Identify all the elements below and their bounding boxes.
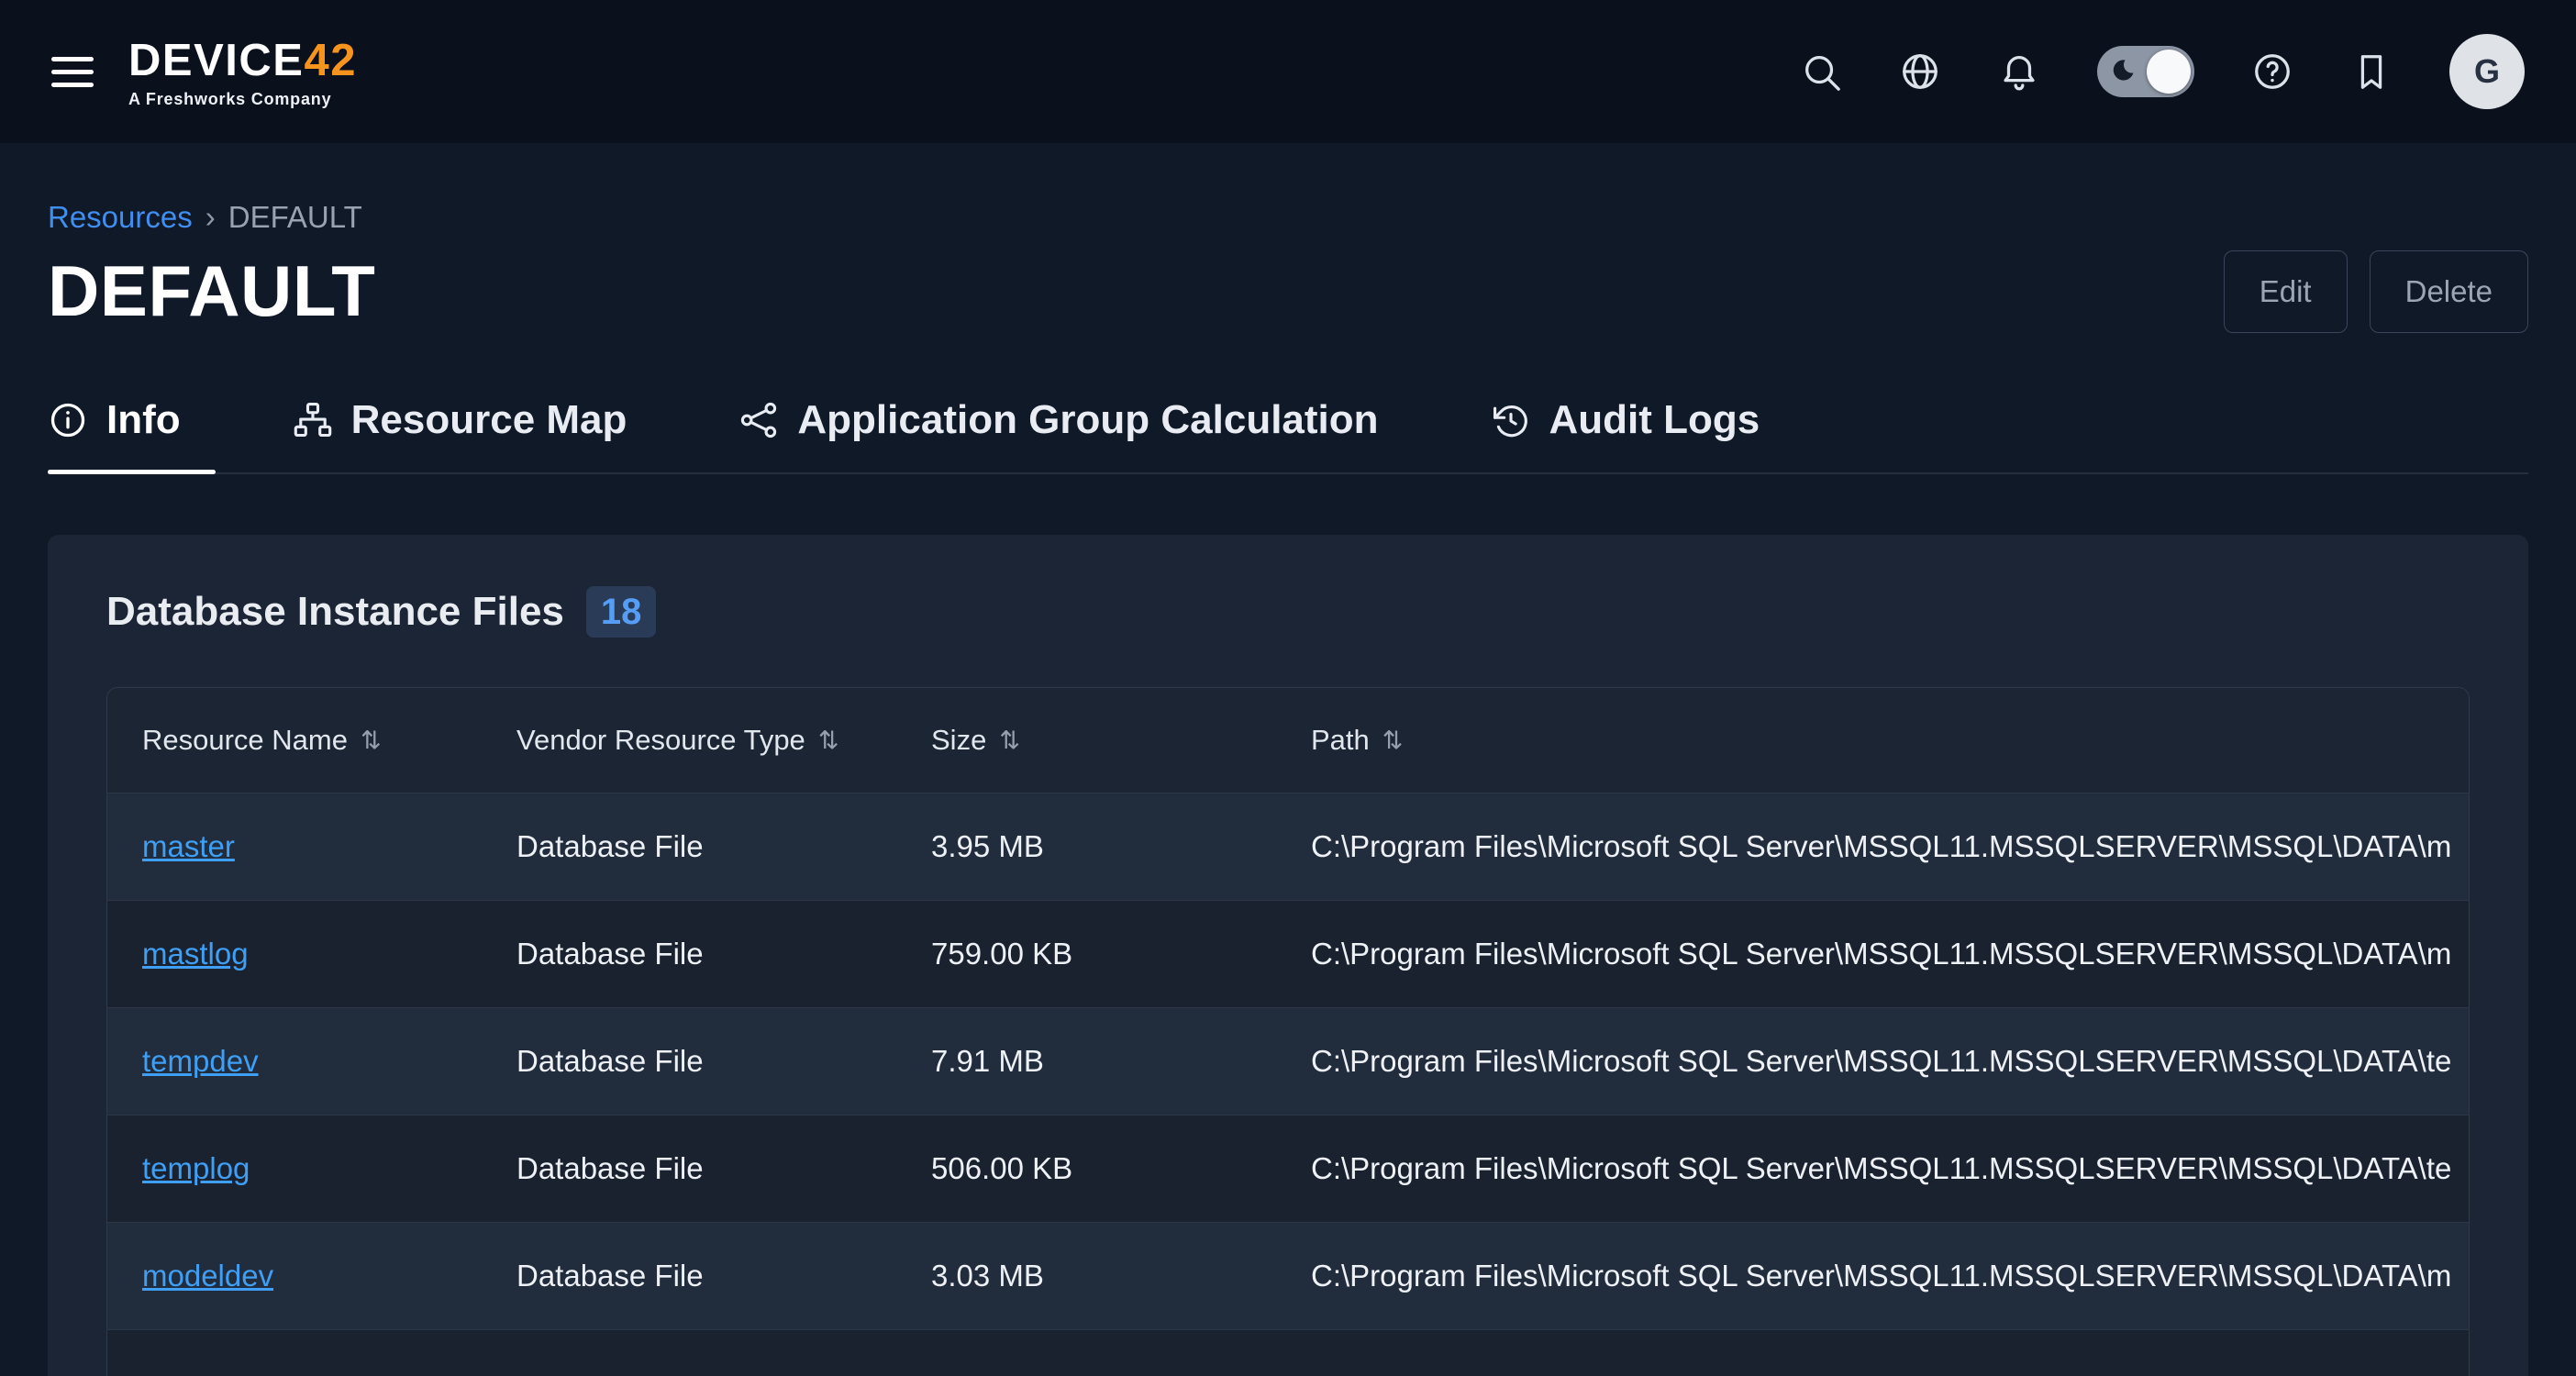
vendor-type-cell: Database File xyxy=(482,1044,896,1079)
card-title: Database Instance Files xyxy=(106,589,564,635)
column-header-path[interactable]: Path ⇅ xyxy=(1276,724,2469,757)
search-icon[interactable] xyxy=(1800,50,1842,93)
column-header-vendor-resource-type[interactable]: Vendor Resource Type ⇅ xyxy=(482,724,896,757)
size-cell: 7.91 MB xyxy=(896,1044,1276,1079)
column-header-resource-name[interactable]: Resource Name ⇅ xyxy=(107,724,482,757)
info-icon xyxy=(48,400,88,440)
database-instance-files-card: Database Instance Files 18 Resource Name… xyxy=(48,535,2528,1376)
notifications-bell-icon[interactable] xyxy=(1998,50,2040,93)
tab-resource-map[interactable]: Resource Map xyxy=(293,397,662,472)
tab-label: Info xyxy=(106,397,181,443)
main-content: Resources › DEFAULT DEFAULT Edit Delete … xyxy=(0,200,2576,1376)
logo-subtitle: A Freshworks Company xyxy=(128,90,357,109)
tab-audit-logs[interactable]: Audit Logs xyxy=(1491,397,1795,472)
sort-icon: ⇅ xyxy=(361,727,382,755)
column-label: Resource Name xyxy=(142,724,348,757)
column-header-size[interactable]: Size ⇅ xyxy=(896,724,1276,757)
sitemap-icon xyxy=(293,400,333,440)
moon-icon xyxy=(2106,56,2137,87)
globe-icon[interactable] xyxy=(1899,50,1941,93)
size-cell: 506.00 KB xyxy=(896,1151,1276,1186)
path-cell: C:\Program Files\Microsoft SQL Server\MS… xyxy=(1276,1044,2469,1079)
size-cell: 3.95 MB xyxy=(896,829,1276,864)
topbar: DEVICE42 A Freshworks Company G xyxy=(0,0,2576,143)
group-calc-network-icon xyxy=(738,400,779,440)
size-cell: 759.00 KB xyxy=(896,937,1276,971)
sort-icon: ⇅ xyxy=(999,727,1020,755)
bookmark-icon[interactable] xyxy=(2350,50,2393,93)
hamburger-menu-icon[interactable] xyxy=(51,57,94,87)
path-cell: C:\Program Files\Microsoft SQL Server\MS… xyxy=(1276,1151,2469,1186)
resource-name-link[interactable]: modeldev xyxy=(142,1259,273,1293)
table-row: mastlog Database File 759.00 KB C:\Progr… xyxy=(107,900,2469,1007)
table-header-row: Resource Name ⇅ Vendor Resource Type ⇅ S… xyxy=(107,688,2469,793)
size-cell: 3.03 MB xyxy=(896,1259,1276,1293)
vendor-type-cell: Database File xyxy=(482,937,896,971)
user-avatar[interactable]: G xyxy=(2449,34,2525,109)
column-label: Path xyxy=(1311,724,1370,757)
tab-label: Application Group Calculation xyxy=(797,397,1378,443)
breadcrumb-resources-link[interactable]: Resources xyxy=(48,200,193,235)
sort-icon: ⇅ xyxy=(1382,727,1404,755)
count-badge: 18 xyxy=(586,586,657,638)
sort-icon: ⇅ xyxy=(818,727,839,755)
page-title: DEFAULT xyxy=(48,250,375,333)
table-row-partial xyxy=(107,1329,2469,1376)
delete-button[interactable]: Delete xyxy=(2370,250,2528,333)
logo-42: 42 xyxy=(304,36,357,85)
table-row: tempdev Database File 7.91 MB C:\Program… xyxy=(107,1007,2469,1115)
tab-info[interactable]: Info xyxy=(48,397,216,472)
dark-mode-toggle[interactable] xyxy=(2097,46,2194,97)
resource-name-link[interactable]: master xyxy=(142,829,235,863)
files-table: Resource Name ⇅ Vendor Resource Type ⇅ S… xyxy=(106,687,2470,1376)
tab-label: Resource Map xyxy=(351,397,627,443)
table-row: templog Database File 506.00 KB C:\Progr… xyxy=(107,1115,2469,1222)
breadcrumb-separator: › xyxy=(205,200,216,235)
table-row: modeldev Database File 3.03 MB C:\Progra… xyxy=(107,1222,2469,1329)
toggle-knob xyxy=(2147,50,2191,94)
logo-text: DEVICE42 xyxy=(128,35,357,86)
column-label: Size xyxy=(931,724,986,757)
table-row: master Database File 3.95 MB C:\Program … xyxy=(107,793,2469,900)
column-label: Vendor Resource Type xyxy=(516,724,805,757)
vendor-type-cell: Database File xyxy=(482,1259,896,1293)
vendor-type-cell: Database File xyxy=(482,1151,896,1186)
device42-logo[interactable]: DEVICE42 A Freshworks Company xyxy=(128,35,357,109)
tab-bar: Info Resource Map Application Group Calc… xyxy=(48,397,2528,474)
resource-name-link[interactable]: templog xyxy=(142,1151,250,1185)
breadcrumb: Resources › DEFAULT xyxy=(48,200,2528,235)
tab-label: Audit Logs xyxy=(1549,397,1760,443)
path-cell: C:\Program Files\Microsoft SQL Server\MS… xyxy=(1276,937,2469,971)
path-cell: C:\Program Files\Microsoft SQL Server\MS… xyxy=(1276,829,2469,864)
resource-name-link[interactable]: mastlog xyxy=(142,937,249,971)
table-body: master Database File 3.95 MB C:\Program … xyxy=(107,793,2469,1329)
path-cell: C:\Program Files\Microsoft SQL Server\MS… xyxy=(1276,1259,2469,1293)
resource-name-link[interactable]: tempdev xyxy=(142,1044,259,1078)
tab-application-group-calculation[interactable]: Application Group Calculation xyxy=(738,397,1413,472)
history-icon xyxy=(1491,400,1531,440)
edit-button[interactable]: Edit xyxy=(2224,250,2348,333)
breadcrumb-current: DEFAULT xyxy=(228,200,362,235)
help-icon[interactable] xyxy=(2251,50,2293,93)
vendor-type-cell: Database File xyxy=(482,829,896,864)
